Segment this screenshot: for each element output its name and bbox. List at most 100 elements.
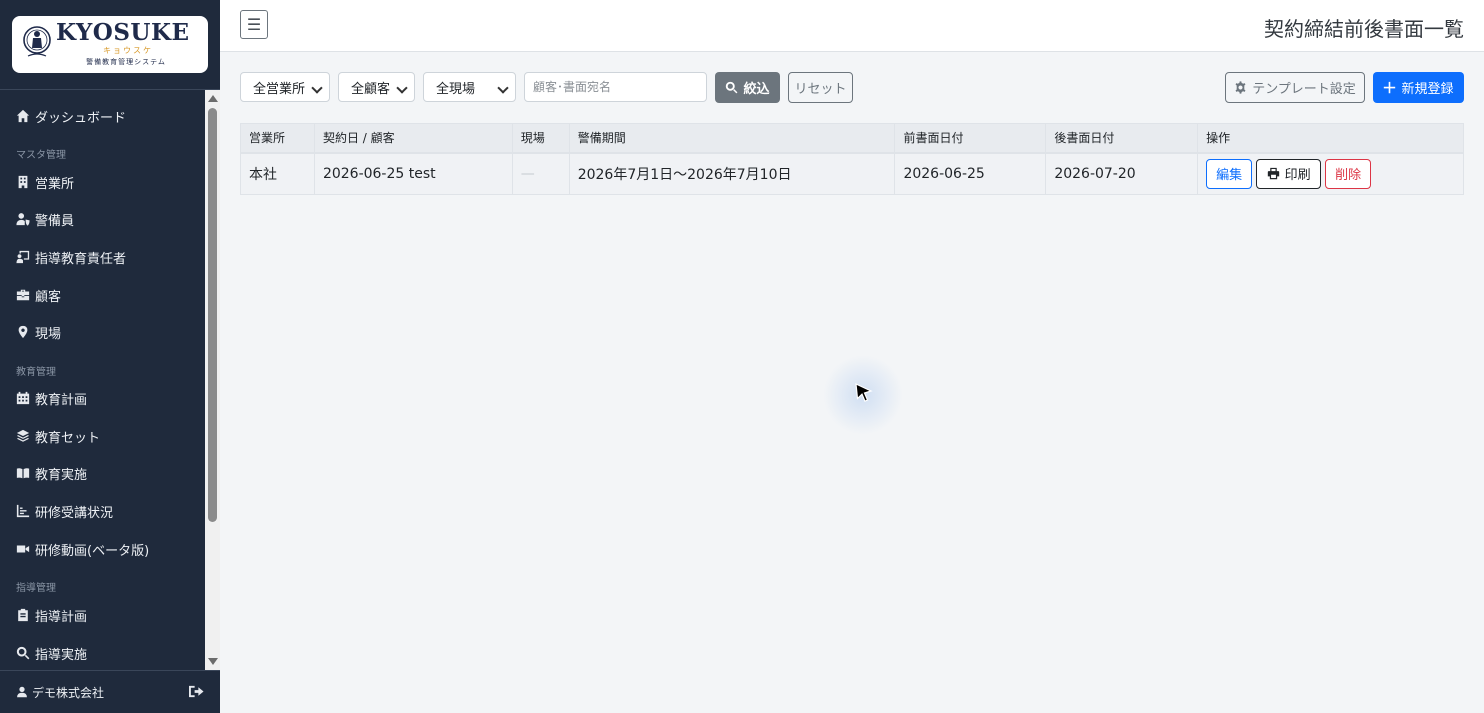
sidebar-nav: ダッシュボード マスタ管理 営業所 警備員 指導教育責任者 顧客 現場 教育管理…	[0, 90, 205, 670]
table-row: 本社 2026-06-25 test — 2026年7月1日～2026年7月10…	[240, 152, 1464, 195]
sidebar-item-label: 研修動画(ベータ版)	[35, 543, 150, 559]
search-input[interactable]	[524, 72, 707, 102]
chevron-down-icon	[497, 82, 509, 94]
sidebar-item-label: 教育計画	[35, 392, 88, 408]
new-entry-button[interactable]: 新規登録	[1373, 72, 1464, 103]
map-pin-icon	[18, 325, 28, 339]
user-shield-icon	[16, 213, 30, 226]
menu-toggle-button[interactable]: ☰	[240, 10, 268, 39]
template-settings-label: テンプレート設定	[1252, 82, 1356, 97]
customer-select-value: 全顧客	[351, 81, 391, 97]
brand-name: KYOSUKE	[56, 19, 190, 46]
user-name: デモ株式会社	[32, 685, 105, 700]
search-icon	[726, 81, 738, 94]
column-header: 契約日 / 顧客	[313, 123, 513, 154]
logout-icon	[189, 685, 204, 698]
sidebar-item-sites[interactable]: 現場	[16, 321, 61, 343]
site-select-value: 全現場	[436, 81, 476, 97]
cell-post-date: 2026-07-20	[1045, 152, 1199, 195]
chart-icon	[16, 504, 30, 518]
sidebar-item-label: 教育実施	[35, 467, 88, 483]
briefcase-icon	[16, 289, 30, 301]
gear-icon	[1235, 81, 1246, 94]
logout-button[interactable]	[188, 684, 205, 699]
chevron-down-icon	[311, 82, 323, 94]
clipboard-icon	[18, 608, 28, 622]
cell-site: —	[511, 152, 570, 195]
reset-button[interactable]: リセット	[788, 72, 853, 103]
sidebar-item-instructors[interactable]: 指導教育責任者	[16, 246, 126, 268]
building-icon	[18, 175, 28, 189]
sidebar-item-label: 営業所	[35, 176, 75, 192]
filter-button[interactable]: 絞込	[715, 72, 780, 103]
sidebar-item-label: ダッシュボード	[35, 110, 127, 126]
plus-icon	[1384, 81, 1396, 94]
table-header-row: 営業所 契約日 / 顧客 現場 警備期間 前書面日付 後書面日付 操作	[240, 123, 1464, 154]
brand-logo[interactable]: KYOSUKE キョウスケ 警備教育管理システム	[12, 16, 208, 73]
cell-office: 本社	[240, 152, 315, 195]
sidebar-item-education-set[interactable]: 教育セット	[16, 425, 100, 447]
hamburger-icon: ☰	[246, 15, 262, 34]
sidebar-item-label: 警備員	[35, 213, 75, 229]
column-header: 警備期間	[568, 123, 896, 154]
book-open-icon	[16, 468, 30, 479]
column-header: 営業所	[240, 123, 315, 154]
user-icon	[17, 686, 27, 698]
sidebar-item-guards[interactable]: 警備員	[16, 208, 74, 230]
sidebar-item-guidance-plan[interactable]: 指導計画	[16, 604, 87, 626]
customer-select[interactable]: 全顧客	[338, 72, 415, 102]
column-header: 前書面日付	[894, 123, 1047, 154]
sidebar-item-dashboard[interactable]: ダッシュボード	[16, 105, 126, 127]
current-user[interactable]: デモ株式会社	[16, 682, 104, 702]
new-entry-label: 新規登録	[1401, 82, 1454, 97]
template-settings-button[interactable]: テンプレート設定	[1225, 72, 1365, 103]
sidebar-item-guidance-run[interactable]: 指導実施	[16, 642, 87, 664]
reset-button-label: リセット	[794, 82, 847, 97]
cell-contract: 2026-06-25 test	[313, 152, 513, 195]
sidebar-item-label: 教育セット	[35, 430, 101, 446]
documents-table: 営業所 契約日 / 顧客 現場 警備期間 前書面日付 後書面日付 操作 本社 2…	[240, 123, 1464, 195]
print-button[interactable]: 印刷	[1256, 158, 1322, 189]
printer-icon	[1267, 168, 1279, 180]
page-title: 契約締結前後書面一覧	[1264, 17, 1464, 41]
layers-icon	[16, 429, 30, 442]
mouse-cursor-icon	[855, 383, 873, 403]
sidebar-item-training-video[interactable]: 研修動画(ベータ版)	[16, 538, 149, 560]
column-header: 操作	[1197, 123, 1464, 154]
sidebar-item-education-plan[interactable]: 教育計画	[16, 387, 87, 409]
brand-kana: キョウスケ	[103, 46, 153, 55]
section-master: マスタ管理	[16, 150, 66, 161]
filter-button-label: 絞込	[743, 82, 770, 97]
sidebar-item-customers[interactable]: 顧客	[16, 284, 61, 306]
column-header: 現場	[511, 123, 570, 154]
video-icon	[16, 545, 30, 553]
sidebar-item-label: 現場	[35, 326, 62, 342]
sidebar-item-training-status[interactable]: 研修受講状況	[16, 500, 113, 522]
chevron-down-icon	[396, 82, 408, 94]
sidebar-scrollbar[interactable]	[205, 90, 220, 670]
sidebar: KYOSUKE キョウスケ 警備教育管理システム ダッシュボード マスタ管理 営…	[0, 0, 220, 713]
sidebar-item-offices[interactable]: 営業所	[16, 171, 74, 193]
sidebar-item-label: 研修受講状況	[35, 505, 114, 521]
cell-period: 2026年7月1日～2026年7月10日	[568, 152, 896, 195]
calendar-icon	[16, 391, 30, 405]
sidebar-item-label: 指導実施	[35, 647, 88, 663]
section-guidance: 指導管理	[16, 583, 56, 594]
edit-button[interactable]: 編集	[1206, 158, 1253, 189]
site-select[interactable]: 全現場	[423, 72, 516, 102]
office-select-value: 全営業所	[253, 81, 306, 97]
top-bar: ☰ 契約締結前後書面一覧	[220, 0, 1484, 52]
scroll-up-arrow-icon[interactable]	[208, 95, 218, 102]
delete-button[interactable]: 削除	[1325, 158, 1372, 189]
chalkboard-teacher-icon	[16, 250, 30, 264]
section-education: 教育管理	[16, 367, 56, 378]
sidebar-item-label: 顧客	[35, 289, 62, 305]
home-icon	[16, 109, 30, 123]
sidebar-footer-divider	[0, 670, 220, 671]
scroll-down-arrow-icon[interactable]	[208, 658, 218, 665]
sidebar-item-education-run[interactable]: 教育実施	[16, 462, 87, 484]
print-button-label: 印刷	[1284, 168, 1311, 184]
office-select[interactable]: 全営業所	[240, 72, 330, 102]
scroll-thumb[interactable]	[208, 108, 217, 522]
column-header: 後書面日付	[1045, 123, 1199, 154]
